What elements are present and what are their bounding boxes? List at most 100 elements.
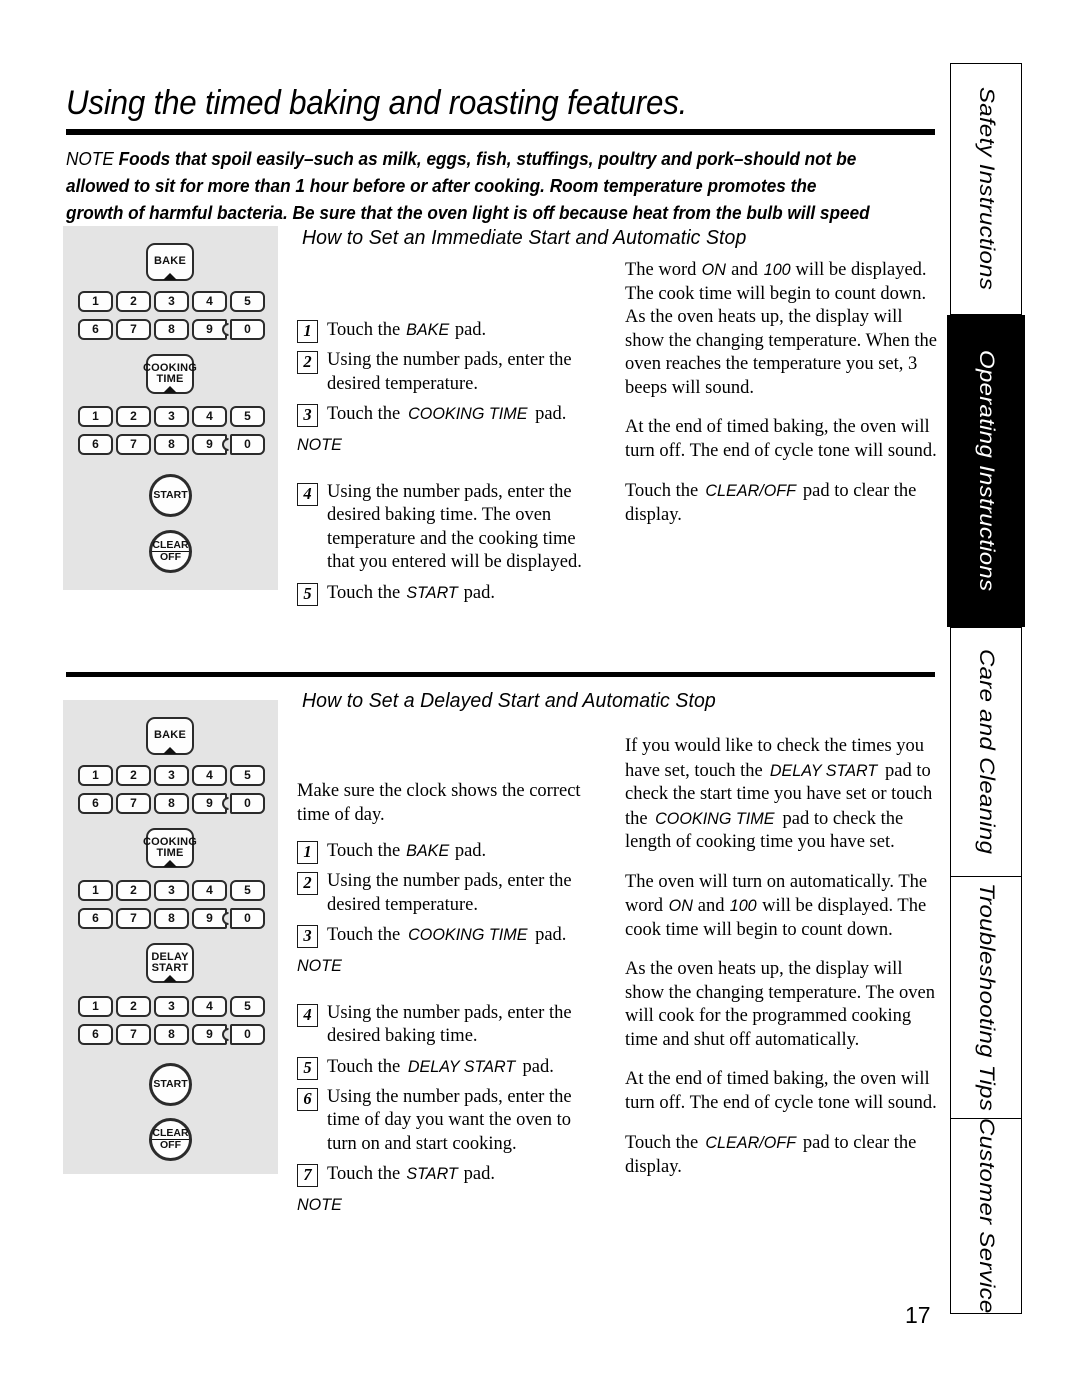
numkey-7[interactable]: 7: [116, 908, 151, 929]
numkey-label: 1: [92, 998, 99, 1013]
text-b: and: [693, 896, 730, 916]
step-number: 3: [297, 925, 318, 948]
numkey-3[interactable]: 3: [154, 996, 189, 1017]
numkey-7[interactable]: 7: [116, 793, 151, 814]
numkey-6[interactable]: 6: [78, 1024, 113, 1045]
numkey-8[interactable]: 8: [154, 908, 189, 929]
numkey-0[interactable]: 0: [230, 319, 265, 340]
step-text: Touch the DELAY START pad.: [327, 1055, 602, 1080]
numkey-8[interactable]: 8: [154, 434, 189, 455]
cooking-time-pad-1[interactable]: COOKING TIME: [143, 354, 197, 394]
tab-label: Operating Instructions: [974, 350, 999, 592]
numkey-2[interactable]: 2: [116, 406, 151, 427]
numkey-label: 4: [206, 408, 213, 423]
numkey-8[interactable]: 8: [154, 319, 189, 340]
numkey-label: 2: [130, 882, 137, 897]
tab-operating-instructions[interactable]: Operating Instructions: [947, 315, 1025, 627]
bake-pad-label-1: BAKE: [154, 255, 186, 268]
up-arrow-icon: [163, 860, 177, 867]
bake-pad-label-2: BAKE: [154, 729, 186, 742]
step-text-before: Touch the: [327, 925, 405, 945]
numkey-2[interactable]: 2: [116, 880, 151, 901]
numkey-3[interactable]: 3: [154, 765, 189, 786]
numkey-6[interactable]: 6: [78, 793, 113, 814]
numkey-label: 6: [92, 436, 99, 451]
numkey-8[interactable]: 8: [154, 793, 189, 814]
numkey-4[interactable]: 4: [192, 880, 227, 901]
numkey-9[interactable]: 9: [192, 908, 227, 929]
numkey-4[interactable]: 4: [192, 765, 227, 786]
numkey-label: 7: [130, 436, 137, 451]
numkey-3[interactable]: 3: [154, 406, 189, 427]
start-button-1[interactable]: START: [149, 474, 192, 517]
bake-pad-1[interactable]: BAKE: [146, 243, 194, 281]
step-text-after: pad.: [530, 925, 567, 945]
numkey-9[interactable]: 9: [192, 434, 227, 455]
result-paragraph: Touch the CLEAR/OFF pad to clear the dis…: [625, 479, 940, 527]
delay-start-pad-2[interactable]: DELAY START: [146, 943, 194, 983]
numkey-1[interactable]: 1: [78, 406, 113, 427]
numkey-3[interactable]: 3: [154, 291, 189, 312]
numkey-7[interactable]: 7: [116, 1024, 151, 1045]
result-paragraph: At the end of timed baking, the oven wil…: [625, 1069, 937, 1113]
numkey-1[interactable]: 1: [78, 996, 113, 1017]
numkey-5[interactable]: 5: [230, 880, 265, 901]
numkey-1[interactable]: 1: [78, 291, 113, 312]
numkey-1[interactable]: 1: [78, 765, 113, 786]
numkey-6[interactable]: 6: [78, 319, 113, 340]
numkey-4[interactable]: 4: [192, 291, 227, 312]
numkey-9[interactable]: 9: [192, 1024, 227, 1045]
numkey-2[interactable]: 2: [116, 765, 151, 786]
numkey-5[interactable]: 5: [230, 996, 265, 1017]
bake-pad-2[interactable]: BAKE: [146, 717, 194, 755]
numkey-2[interactable]: 2: [116, 996, 151, 1017]
numkey-7[interactable]: 7: [116, 434, 151, 455]
numkey-label: 7: [130, 795, 137, 810]
numkey-0[interactable]: 0: [230, 908, 265, 929]
numkey-label: 7: [130, 321, 137, 336]
numkey-0[interactable]: 0: [230, 1024, 265, 1045]
numkey-1[interactable]: 1: [78, 880, 113, 901]
numkey-label: 6: [92, 795, 99, 810]
start-button-2[interactable]: START: [149, 1063, 192, 1106]
instructions-column-2: Make sure the clock shows the correct ti…: [297, 780, 602, 1217]
numkey-label: 2: [130, 767, 137, 782]
tab-safety-instructions[interactable]: Safety Instructions: [950, 63, 1022, 315]
control-panel-diagram-1: BAKE 1 2 3 4 5 6 7 8 9 0 COOKING TIME 1 …: [63, 226, 278, 590]
numkey-2[interactable]: 2: [116, 291, 151, 312]
numkey-8[interactable]: 8: [154, 1024, 189, 1045]
numkey-7[interactable]: 7: [116, 319, 151, 340]
numkey-0[interactable]: 0: [230, 434, 265, 455]
cooking-time-pad-2[interactable]: COOKING TIME: [143, 828, 197, 868]
result-paragraph: Touch the CLEAR/OFF pad to clear the dis…: [625, 1131, 940, 1179]
numkey-label: 3: [168, 408, 175, 423]
numkey-4[interactable]: 4: [192, 996, 227, 1017]
tab-care-and-cleaning[interactable]: Care and Cleaning: [950, 627, 1022, 877]
clear-off-button-1[interactable]: CLEAR OFF: [149, 530, 192, 573]
tab-troubleshooting-tips[interactable]: Troubleshooting Tips: [950, 876, 1022, 1119]
results-column-2: If you would like to check the times you…: [625, 735, 940, 1195]
numkey-0[interactable]: 0: [230, 793, 265, 814]
clear-off-button-2[interactable]: CLEAR OFF: [149, 1118, 192, 1161]
section-divider: [66, 672, 935, 677]
step-keyword: DELAY START: [407, 1056, 516, 1076]
step-number: 5: [297, 1056, 318, 1080]
step-text-after: pad.: [530, 404, 567, 424]
numkey-label: 4: [206, 998, 213, 1013]
numkey-4[interactable]: 4: [192, 406, 227, 427]
tab-customer-service[interactable]: Customer Service: [950, 1118, 1022, 1314]
start-button-label-1: START: [153, 489, 188, 501]
numkey-5[interactable]: 5: [230, 765, 265, 786]
numkey-9[interactable]: 9: [192, 793, 227, 814]
numkey-3[interactable]: 3: [154, 880, 189, 901]
numkey-9[interactable]: 9: [192, 319, 227, 340]
numkey-label: 8: [168, 910, 175, 925]
step-item: 2 Using the number pads, enter the desir…: [297, 349, 597, 396]
numkey-6[interactable]: 6: [78, 908, 113, 929]
result-paragraph: The word ON and 100 will be displayed. T…: [625, 258, 940, 400]
note-marker-2a: NOTE: [297, 956, 342, 975]
control-panel-diagram-2: BAKE 1 2 3 4 5 6 7 8 9 0 COOKING TIME 1 …: [63, 700, 278, 1174]
numkey-6[interactable]: 6: [78, 434, 113, 455]
numkey-5[interactable]: 5: [230, 291, 265, 312]
numkey-5[interactable]: 5: [230, 406, 265, 427]
